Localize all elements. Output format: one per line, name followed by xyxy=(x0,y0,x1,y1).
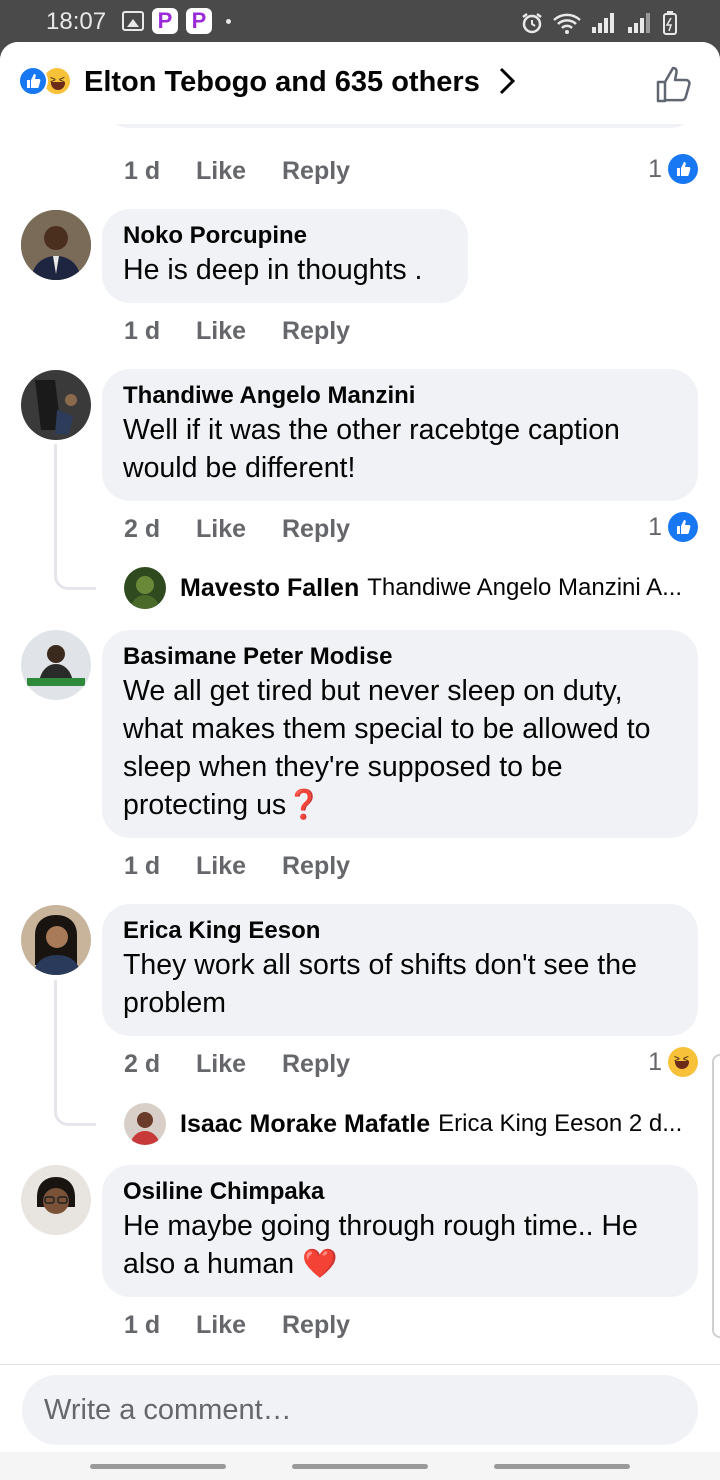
haha-reaction-icon: >< xyxy=(668,1047,698,1077)
reply-link[interactable]: Reply xyxy=(282,515,350,544)
comment-meta: 1 d Like Reply xyxy=(124,157,350,186)
status-bar: 18:07 P P xyxy=(0,0,720,42)
reply-author[interactable]: Isaac Morake Mafatle xyxy=(180,1110,430,1139)
comment-text: He maybe going through rough time.. He a… xyxy=(123,1207,678,1283)
comment-bubble[interactable]: Osiline Chimpaka He maybe going through … xyxy=(102,1165,698,1297)
like-link[interactable]: Like xyxy=(196,1311,282,1340)
status-time: 18:07 xyxy=(46,8,107,35)
like-link[interactable]: Like xyxy=(196,317,282,346)
reply-preview[interactable]: Mavesto Fallen Thandiwe Angelo Manzini A… xyxy=(124,567,698,609)
comment-bubble[interactable]: Basimane Peter Modise We all get tired b… xyxy=(102,630,698,838)
signal-icon xyxy=(592,13,614,33)
more-notifications-icon xyxy=(226,18,231,24)
like-link[interactable]: Like xyxy=(196,515,282,544)
comment-time: 2 d xyxy=(124,515,161,543)
avatar[interactable] xyxy=(21,905,91,975)
reactions-title[interactable]: Elton Tebogo and 635 others xyxy=(84,66,480,99)
like-link[interactable]: Like xyxy=(196,157,282,186)
reaction-count-value: 1 xyxy=(648,154,662,183)
comment-text-body: We all get tired but never sleep on duty… xyxy=(123,675,651,821)
comment-reaction-count[interactable]: 1 >< xyxy=(648,1047,698,1077)
like-reaction-icon xyxy=(668,512,698,542)
comment-time: 1 d xyxy=(124,1311,161,1339)
comment-time: 2 d xyxy=(124,1050,161,1078)
reply-author[interactable]: Mavesto Fallen xyxy=(180,574,359,603)
avatar[interactable] xyxy=(124,1103,166,1145)
comment-meta: 2 d Like Reply xyxy=(124,515,350,544)
comment-author[interactable]: Osiline Chimpaka xyxy=(123,1177,678,1207)
alarm-icon xyxy=(522,13,542,34)
avatar[interactable] xyxy=(124,567,166,609)
nav-back-pill[interactable] xyxy=(494,1464,630,1469)
wifi-icon xyxy=(553,13,581,34)
reply-link[interactable]: Reply xyxy=(282,852,350,881)
comment-text: We all get tired but never sleep on duty… xyxy=(123,672,678,824)
comment-author[interactable]: Noko Porcupine xyxy=(123,221,448,251)
reply-link[interactable]: Reply xyxy=(282,1311,350,1340)
reaction-count-value: 1 xyxy=(648,1047,662,1076)
comment-text-body: He maybe going through rough time.. He a… xyxy=(123,1210,638,1280)
app-p-icon: P xyxy=(152,8,178,34)
comments-sheet: >< Elton Tebogo and 635 others 1 d Like … xyxy=(0,42,720,1480)
reply-thread-line xyxy=(54,980,96,1126)
reply-link[interactable]: Reply xyxy=(282,1050,350,1079)
like-reaction-icon xyxy=(18,66,48,96)
avatar[interactable] xyxy=(21,630,91,700)
like-reaction-icon xyxy=(668,154,698,184)
reaction-count-value: 1 xyxy=(648,512,662,541)
app-p-icon: P xyxy=(186,8,212,34)
comment-author[interactable]: Thandiwe Angelo Manzini xyxy=(123,381,678,411)
avatar[interactable] xyxy=(21,210,91,280)
chevron-right-icon[interactable] xyxy=(498,66,516,96)
comments-list[interactable]: 1 d Like Reply 1 Noko Porcupine He is de… xyxy=(0,124,720,1364)
reply-text: Erica King Eeson 2 d... xyxy=(438,1110,683,1137)
reaction-summary: >< xyxy=(18,66,72,96)
nav-recents-pill[interactable] xyxy=(90,1464,226,1469)
question-emoji-icon: ❓ xyxy=(286,789,322,821)
comment-bubble-partial xyxy=(102,124,698,128)
comment-author[interactable]: Basimane Peter Modise xyxy=(123,642,678,672)
reply-preview[interactable]: Isaac Morake Mafatle Erica King Eeson 2 … xyxy=(124,1103,698,1145)
avatar[interactable] xyxy=(21,1165,91,1235)
comment-bubble[interactable]: Erica King Eeson They work all sorts of … xyxy=(102,904,698,1036)
gallery-icon xyxy=(122,11,144,31)
like-link[interactable]: Like xyxy=(196,852,282,881)
comment-text: They work all sorts of shifts don't see … xyxy=(123,949,637,1019)
reply-thread-line xyxy=(54,444,96,590)
comment-bubble[interactable]: Thandiwe Angelo Manzini Well if it was t… xyxy=(102,369,698,501)
comment-text: Well if it was the other racebtge captio… xyxy=(123,414,620,484)
nav-home-pill[interactable] xyxy=(292,1464,428,1469)
reply-text: Thandiwe Angelo Manzini A... xyxy=(367,574,683,601)
reactions-header[interactable]: >< Elton Tebogo and 635 others xyxy=(0,42,720,124)
comment-author[interactable]: Erica King Eeson xyxy=(123,916,678,946)
comment-bubble[interactable]: Noko Porcupine He is deep in thoughts . xyxy=(102,209,468,303)
signal-icon-2 xyxy=(628,13,650,33)
comment-text: He is deep in thoughts . xyxy=(123,254,423,286)
status-system-icons xyxy=(520,10,678,36)
comment-meta: 1 d Like Reply xyxy=(124,317,350,346)
heart-emoji-icon: ❤️ xyxy=(302,1248,338,1280)
status-notification-icons: P P xyxy=(122,8,231,34)
comment-meta: 1 d Like Reply xyxy=(124,852,350,881)
comment-reaction-count[interactable]: 1 xyxy=(648,154,698,184)
comment-meta: 2 d Like Reply xyxy=(124,1050,350,1079)
comment-time: 1 d xyxy=(124,157,161,185)
like-link[interactable]: Like xyxy=(196,1050,282,1079)
scrollbar-thumb[interactable] xyxy=(712,1054,720,1338)
comment-meta: 1 d Like Reply xyxy=(124,1311,350,1340)
battery-icon xyxy=(663,11,677,35)
comment-input[interactable] xyxy=(22,1375,698,1445)
like-button-icon[interactable] xyxy=(654,64,694,104)
avatar[interactable] xyxy=(21,370,91,440)
gesture-nav-bar xyxy=(0,1452,720,1480)
reply-link[interactable]: Reply xyxy=(282,317,350,346)
comment-time: 1 d xyxy=(124,852,161,880)
reply-link[interactable]: Reply xyxy=(282,157,350,186)
comment-time: 1 d xyxy=(124,317,161,345)
comment-reaction-count[interactable]: 1 xyxy=(648,512,698,542)
